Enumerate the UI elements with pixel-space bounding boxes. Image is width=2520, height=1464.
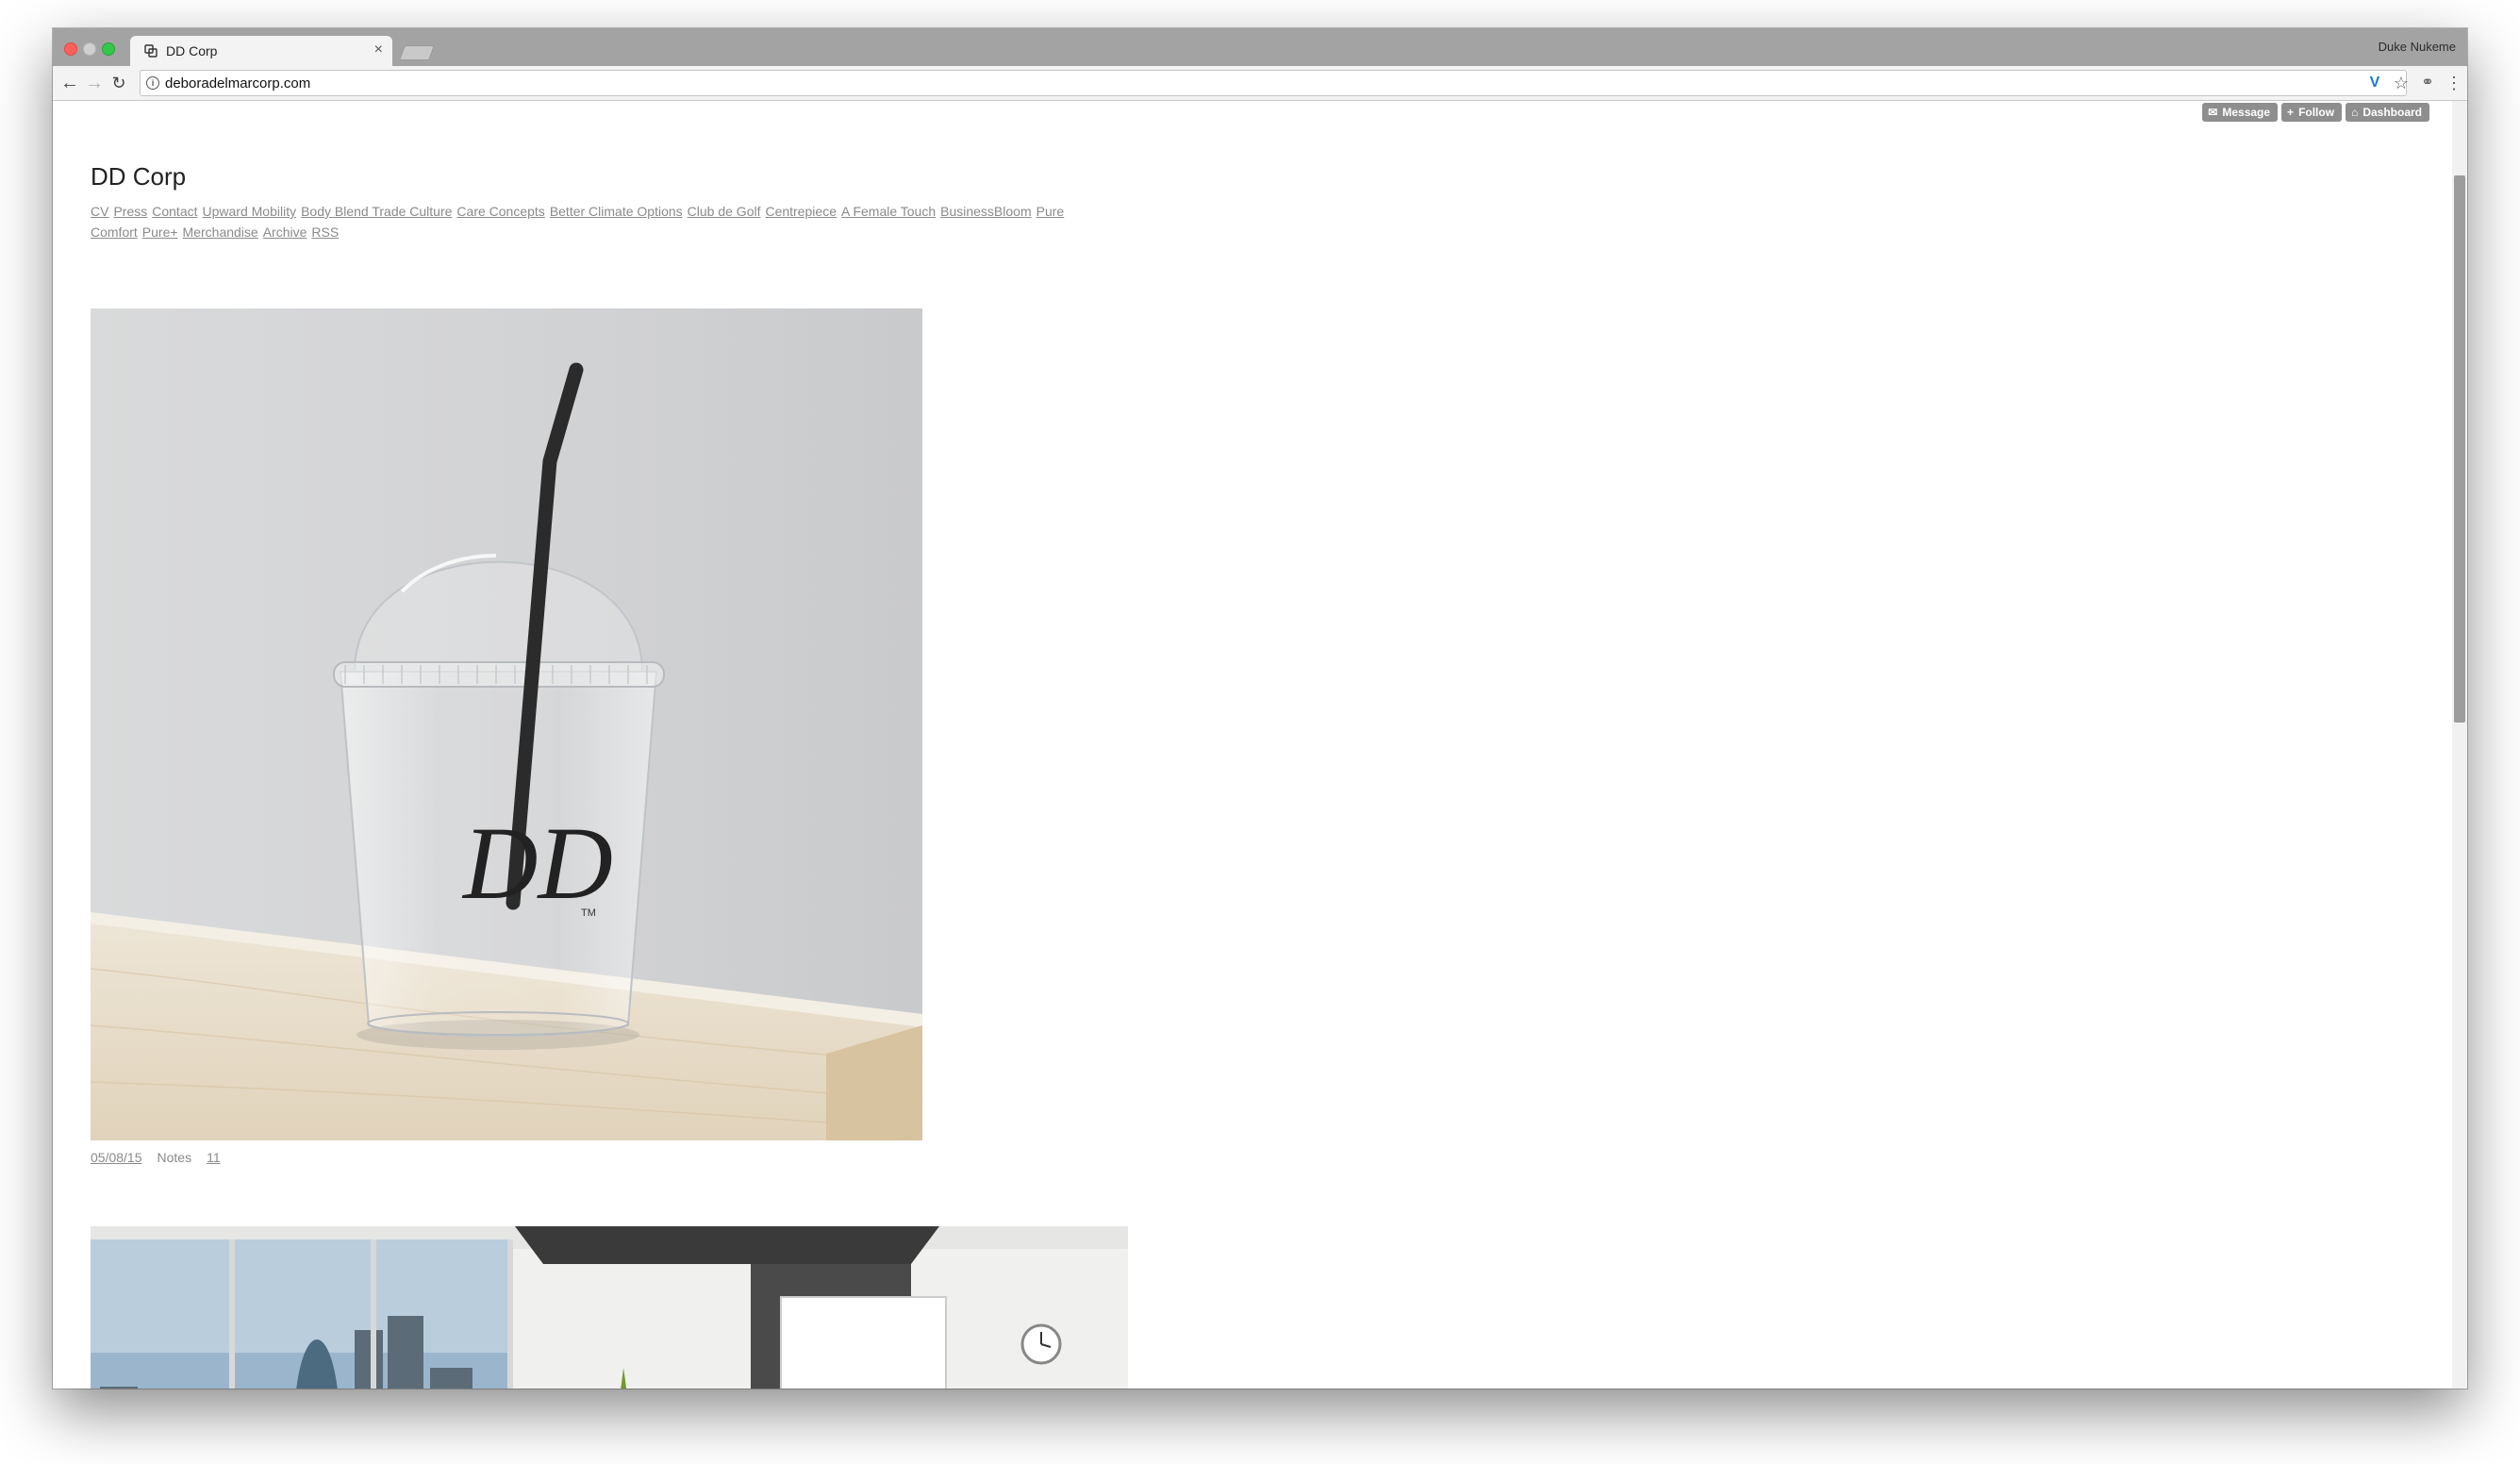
post-photo-office[interactable] [91, 1226, 1128, 1389]
nav-link-better-climate-options[interactable]: Better Climate Options [550, 204, 683, 219]
message-label: Message [2222, 106, 2271, 119]
page-content: ✉ Message + Follow ⌂ Dashboard DD Corp CV Pres… [53, 101, 2452, 1389]
office-photo-image [91, 1226, 1128, 1389]
tab-title: DD Corp [166, 43, 218, 58]
nav-link-a-female-touch[interactable]: A Female Touch [841, 204, 936, 219]
maximize-window-button[interactable] [102, 42, 115, 56]
scrollbar[interactable] [2452, 101, 2467, 1389]
post-photo-cup[interactable]: DD TM [91, 308, 922, 1140]
post-meta: 05/08/15 Notes 11 [91, 1150, 221, 1165]
nav-link-centrepiece[interactable]: Centrepiece [765, 204, 837, 219]
site-title[interactable]: DD Corp [91, 162, 186, 191]
dd-logo-trademark: TM [581, 907, 596, 919]
nav-link-cv[interactable]: CV [91, 204, 108, 219]
browser-window: DD Corp × Duke Nukeme ← → ↻ i deboradelm… [53, 28, 2467, 1389]
nav-link-businessbloom[interactable]: BusinessBloom [940, 204, 1032, 219]
message-button[interactable]: ✉ Message [2202, 103, 2279, 122]
vivaldi-icon[interactable]: V [2363, 72, 2386, 94]
plus-icon: + [2287, 106, 2295, 119]
extension-icon[interactable]: ⚭ [2416, 72, 2439, 94]
scrollbar-thumb[interactable] [2454, 175, 2465, 723]
tab-close-icon[interactable]: × [374, 42, 383, 58]
home-icon: ⌂ [2351, 106, 2359, 119]
tab-dd-corp[interactable]: DD Corp × [130, 36, 392, 66]
nav-link-care-concepts[interactable]: Care Concepts [456, 204, 544, 219]
menu-icon[interactable]: ⋮ [2443, 72, 2465, 94]
tab-bar: DD Corp × Duke Nukeme [53, 28, 2467, 66]
post-date-link[interactable]: 05/08/15 [91, 1150, 142, 1165]
nav-link-archive[interactable]: Archive [263, 225, 307, 240]
new-tab-button[interactable] [399, 45, 435, 60]
message-icon: ✉ [2208, 106, 2218, 119]
cup-photo-image: DD TM [91, 308, 922, 1140]
nav-link-body-blend-trade-culture[interactable]: Body Blend Trade Culture [301, 204, 452, 219]
back-arrow-icon[interactable]: ← [58, 72, 81, 94]
profile-name[interactable]: Duke Nukeme [2379, 40, 2456, 54]
nav-link-pure-plus[interactable]: Pure+ [142, 225, 178, 240]
follow-label: Follow [2298, 106, 2335, 119]
star-icon[interactable]: ☆ [2390, 72, 2412, 94]
forward-arrow-icon[interactable]: → [83, 72, 106, 94]
nav-link-press[interactable]: Press [113, 204, 147, 219]
nav-link-merchandise[interactable]: Merchandise [183, 225, 258, 240]
minimize-window-button[interactable] [83, 42, 96, 56]
info-icon[interactable]: i [146, 76, 159, 90]
address-bar[interactable]: i deboradelmarcorp.com [140, 70, 2407, 96]
site-nav: CV Press Contact Upward Mobility Body Blend … [91, 201, 1128, 242]
close-window-button[interactable] [64, 42, 77, 56]
dashboard-label: Dashboard [2362, 106, 2422, 119]
follow-button[interactable]: + Follow [2281, 103, 2343, 122]
nav-link-rss[interactable]: RSS [311, 225, 339, 240]
tumblr-controls: ✉ Message + Follow ⌂ Dashboard [2198, 103, 2429, 122]
notes-label: Notes [157, 1150, 192, 1165]
dd-logo: DD [461, 806, 613, 921]
browser-toolbar: ← → ↻ i deboradelmarcorp.com V ☆ ⚭ ⋮ [53, 66, 2467, 101]
nav-link-club-de-golf[interactable]: Club de Golf [688, 204, 761, 219]
nav-link-contact[interactable]: Contact [152, 204, 197, 219]
reload-icon[interactable]: ↻ [108, 72, 130, 94]
nav-link-upward-mobility[interactable]: Upward Mobility [203, 204, 297, 219]
dashboard-button[interactable]: ⌂ Dashboard [2346, 103, 2429, 122]
notes-count-link[interactable]: 11 [207, 1150, 221, 1165]
tumblr-favicon-icon [144, 44, 158, 58]
url-text[interactable]: deboradelmarcorp.com [165, 75, 310, 92]
